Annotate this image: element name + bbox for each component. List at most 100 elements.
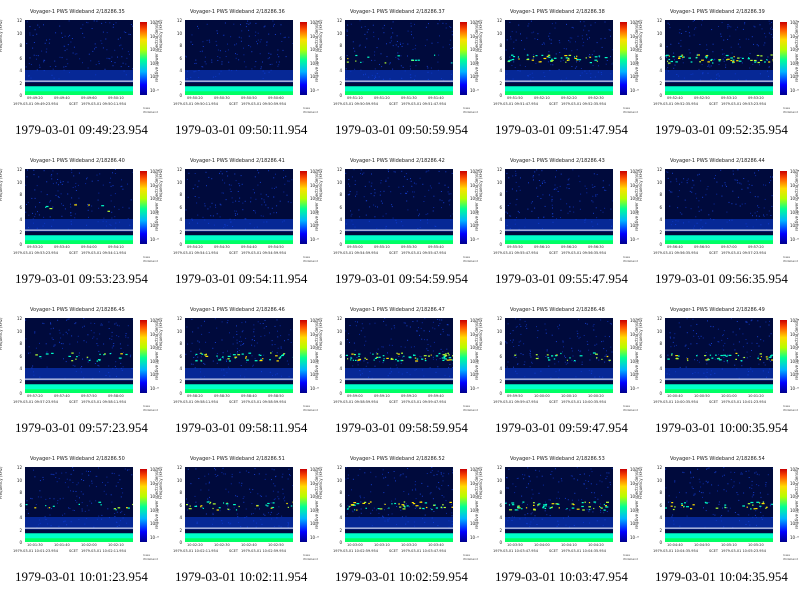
y-tick-label: 2	[339, 378, 342, 384]
emission-pixel	[707, 61, 710, 63]
y-tick-label: 6	[19, 353, 22, 359]
emission-pixel	[391, 503, 393, 505]
emission-pixel	[560, 352, 562, 355]
emission-pixel	[771, 503, 773, 505]
noise-pixel	[760, 511, 762, 513]
spectrogram-image	[665, 467, 773, 542]
noise-pixel	[743, 178, 745, 179]
noise-pixel	[34, 332, 36, 334]
y-tick-label: 8	[499, 192, 502, 197]
panel-title: Voyager-1 PWS Wideband 2/18286.52	[350, 456, 445, 462]
noise-pixel	[505, 501, 507, 503]
emission-pixel	[447, 352, 449, 354]
noise-pixel	[121, 185, 123, 187]
panel-title: Voyager-1 PWS Wideband 2/18286.38	[510, 9, 605, 15]
noise-pixel	[111, 335, 113, 337]
noise-pixel	[697, 359, 698, 361]
noise-pixel	[687, 348, 689, 349]
noise-pixel	[599, 56, 600, 58]
noise-pixel	[356, 356, 358, 358]
noise-pixel	[360, 508, 362, 510]
noise-pixel	[345, 68, 347, 70]
noise-pixel	[754, 514, 756, 516]
noise-pixel	[763, 362, 765, 364]
noise-pixel	[272, 490, 274, 492]
noise-pixel	[432, 498, 434, 500]
noise-pixel	[698, 200, 700, 202]
y-tick-label: 8	[19, 192, 22, 197]
x-start-time: 1979-03-01 09:56:35.954	[653, 251, 698, 255]
noise-pixel	[451, 34, 453, 36]
noise-pixel	[714, 358, 716, 360]
noise-pixel	[264, 335, 266, 337]
noise-pixel	[416, 320, 418, 322]
noise-pixel	[255, 198, 257, 200]
noise-pixel	[723, 60, 725, 62]
noise-pixel	[254, 35, 256, 37]
noise-pixel	[81, 473, 83, 475]
noise-pixel	[516, 217, 517, 219]
noise-pixel	[576, 335, 578, 337]
noise-pixel	[679, 183, 680, 185]
noise-pixel	[516, 198, 518, 200]
noise-pixel	[269, 213, 271, 215]
low-frequency-band-core	[665, 389, 773, 393]
noise-pixel	[406, 192, 407, 194]
x-scet-label: SCET	[389, 102, 399, 106]
noise-pixel	[515, 170, 517, 172]
noise-pixel	[769, 505, 771, 507]
emission-pixel	[218, 507, 221, 509]
emission-pixel	[382, 355, 385, 357]
noise-pixel	[35, 347, 37, 349]
noise-pixel	[286, 194, 288, 196]
noise-pixel	[717, 490, 718, 492]
noise-pixel	[364, 336, 366, 338]
noise-pixel	[424, 514, 426, 516]
noise-pixel	[742, 357, 744, 359]
noise-pixel	[112, 185, 114, 187]
noise-pixel	[554, 188, 556, 189]
noise-pixel	[410, 178, 411, 180]
noise-pixel	[452, 472, 453, 474]
y-tick-label: 4	[499, 515, 502, 520]
spectrogram-image	[185, 318, 293, 393]
noise-pixel	[125, 63, 127, 65]
y-axis-label: Frequency (kHz)	[0, 466, 3, 499]
noise-pixel	[198, 197, 200, 199]
noise-pixel	[672, 514, 674, 516]
noise-pixel	[78, 172, 80, 174]
noise-pixel	[752, 63, 754, 65]
noise-pixel	[366, 200, 368, 202]
emission-pixel	[194, 505, 198, 507]
noise-pixel	[91, 480, 93, 482]
colorbar-tick-label: 10⁻⁶	[630, 236, 639, 242]
noise-pixel	[748, 184, 750, 186]
noise-pixel	[571, 350, 573, 352]
spectrogram-panel: Voyager-1 PWS Wideband 2/18286.48 Frequen…	[478, 298, 640, 447]
noise-pixel	[601, 341, 603, 343]
noise-pixel	[419, 506, 421, 508]
y-tick-label: 0	[339, 540, 342, 545]
credit-label: Iowa Wideband	[303, 106, 319, 114]
emission-pixel	[716, 358, 720, 360]
noise-pixel	[195, 59, 197, 61]
noise-pixel	[591, 54, 593, 56]
noise-pixel	[132, 319, 133, 321]
noise-pixel	[726, 185, 727, 187]
noise-pixel	[106, 57, 108, 59]
emission-pixel	[594, 56, 598, 58]
noise-pixel	[30, 497, 32, 499]
y-axis-label: Frequency (kHz)	[638, 168, 643, 201]
noise-pixel	[567, 212, 569, 214]
noise-pixel	[742, 333, 744, 335]
y-tick-label: 0	[19, 540, 22, 545]
noise-pixel	[597, 498, 599, 500]
noise-pixel	[359, 20, 361, 22]
noise-pixel	[388, 171, 389, 173]
noise-pixel	[49, 200, 51, 202]
noise-pixel	[38, 26, 40, 28]
x-tick-label: 10:01:30	[27, 543, 43, 547]
noise-pixel	[235, 180, 237, 182]
noise-pixel	[285, 56, 287, 58]
x-tick-label: 09:52:30	[588, 96, 604, 100]
